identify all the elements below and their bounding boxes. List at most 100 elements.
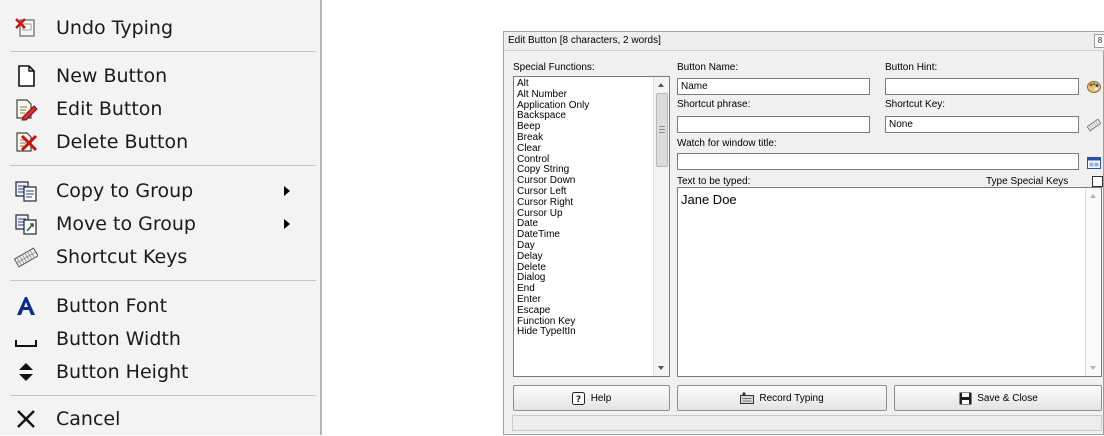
grip-line — [659, 126, 665, 127]
undo-typing-icon — [13, 15, 39, 41]
new-button-icon — [13, 63, 39, 89]
menu-separator — [10, 280, 316, 281]
type-special-keys-label: Type Special Keys — [986, 176, 1069, 187]
menu-item-label: Edit Button — [56, 98, 163, 120]
special-function-item[interactable]: Date — [517, 218, 538, 229]
special-function-item[interactable]: Escape — [517, 305, 550, 316]
button-font-icon — [13, 293, 39, 319]
menu-separator — [10, 395, 316, 396]
special-function-item[interactable]: Enter — [517, 294, 541, 305]
special-function-item[interactable]: Control — [517, 154, 549, 165]
svg-text:?: ? — [576, 395, 581, 405]
menu-item-edit-button[interactable]: Edit Button — [0, 92, 318, 126]
special-function-item[interactable]: Day — [517, 240, 535, 251]
special-function-item[interactable]: Application Only — [517, 100, 589, 111]
special-function-item[interactable]: Clear — [517, 143, 541, 154]
list-scrollbar[interactable] — [653, 77, 669, 376]
scroll-thumb[interactable] — [656, 93, 668, 167]
save-close-button[interactable]: Save & Close — [894, 385, 1102, 411]
menu-item-move-to-group[interactable]: Move to Group — [0, 207, 318, 241]
window-picker-icon[interactable] — [1087, 156, 1101, 170]
text-to-type-area[interactable]: Jane Doe — [677, 187, 1102, 377]
record-icon — [740, 391, 755, 405]
shortcut-phrase-label: Shortcut phrase: — [677, 99, 751, 110]
record-typing-button[interactable]: Record Typing — [677, 385, 887, 411]
special-functions-list[interactable]: Alt Alt Number Application Only Backspace Be… — [513, 76, 670, 377]
shortcut-key-label: Shortcut Key: — [885, 99, 946, 110]
scroll-up-icon[interactable] — [658, 83, 664, 87]
special-function-item[interactable]: Hide TypeItIn — [517, 326, 576, 337]
grip-line — [659, 132, 665, 133]
special-function-item[interactable]: Cursor Left — [517, 186, 566, 197]
watch-window-field[interactable] — [677, 153, 1079, 170]
scroll-up-icon[interactable] — [1090, 194, 1096, 198]
move-to-group-icon — [13, 211, 39, 237]
button-hint-label: Button Hint: — [885, 62, 938, 73]
special-function-item[interactable]: Cursor Up — [517, 208, 563, 219]
special-function-item[interactable]: Function Key — [517, 316, 575, 327]
menu-item-button-font[interactable]: Button Font — [0, 289, 318, 323]
special-function-item[interactable]: Beep — [517, 121, 540, 132]
menu-item-copy-to-group[interactable]: Copy to Group — [0, 174, 318, 208]
text-to-type-label: Text to be typed: — [677, 176, 751, 187]
menu-item-button-height[interactable]: Button Height — [0, 355, 318, 389]
special-function-item[interactable]: Break — [517, 132, 543, 143]
watch-window-label: Watch for window title: — [677, 138, 777, 149]
scroll-down-icon[interactable] — [658, 366, 664, 370]
type-special-keys-checkbox[interactable] — [1092, 176, 1103, 187]
cancel-icon — [13, 406, 39, 432]
special-function-item[interactable]: Alt Number — [517, 89, 567, 100]
button-width-icon — [13, 326, 39, 352]
help-label: Help — [590, 392, 612, 404]
menu-item-button-width[interactable]: Button Width — [0, 322, 318, 356]
menu-item-shortcut-keys[interactable]: Shortcut Keys — [0, 240, 318, 274]
menu-item-label: Move to Group — [56, 213, 196, 235]
shortcut-keys-icon[interactable] — [1086, 118, 1102, 132]
special-function-item[interactable]: Dialog — [517, 272, 545, 283]
color-palette-icon[interactable] — [1087, 80, 1101, 94]
special-function-item[interactable]: End — [517, 283, 535, 294]
menu-separator — [10, 165, 316, 166]
shortcut-keys-icon — [13, 244, 39, 270]
edit-button-dialog: Edit Button [8 characters, 2 words] 8 Sp… — [503, 31, 1104, 435]
save-close-label: Save & Close — [977, 392, 1038, 404]
delete-button-icon — [13, 129, 39, 155]
special-function-item[interactable]: Alt — [517, 78, 529, 89]
special-function-item[interactable]: Backspace — [517, 110, 566, 121]
menu-item-label: Copy to Group — [56, 180, 194, 202]
special-function-item[interactable]: DateTime — [517, 229, 560, 240]
titlebar-button[interactable]: 8 — [1094, 34, 1104, 48]
menu-item-new-button[interactable]: New Button — [0, 59, 318, 93]
save-disk-icon — [958, 392, 972, 405]
button-name-label: Button Name: — [677, 62, 739, 73]
menu-item-cancel[interactable]: Cancel — [0, 402, 318, 436]
menu-item-label: Delete Button — [56, 131, 189, 153]
shortcut-key-field[interactable]: None — [885, 116, 1079, 133]
menu-item-label: Undo Typing — [56, 17, 174, 39]
dialog-titlebar[interactable]: Edit Button [8 characters, 2 words] 8 — [504, 32, 1104, 51]
help-icon: ? — [572, 391, 586, 405]
shortcut-phrase-field[interactable] — [677, 116, 870, 133]
menu-separator — [10, 51, 316, 52]
button-name-field[interactable]: Name — [677, 78, 870, 95]
menu-item-undo-typing[interactable]: Undo Typing — [0, 11, 318, 45]
menu-item-label: Cancel — [56, 408, 121, 430]
textarea-scrollbar[interactable] — [1085, 188, 1101, 376]
copy-to-group-icon — [13, 178, 39, 204]
button-height-icon — [13, 359, 39, 385]
dialog-title: Edit Button [8 characters, 2 words] — [508, 35, 661, 46]
special-function-item[interactable]: Delay — [517, 251, 543, 262]
scroll-down-icon[interactable] — [1090, 366, 1096, 370]
help-button[interactable]: ? Help — [513, 385, 670, 411]
menu-item-delete-button[interactable]: Delete Button — [0, 125, 318, 159]
menu-item-label: Button Height — [56, 361, 189, 383]
menu-item-label: Shortcut Keys — [56, 246, 188, 268]
submenu-arrow-icon — [284, 219, 290, 229]
special-function-item[interactable]: Delete — [517, 262, 546, 273]
special-function-item[interactable]: Cursor Down — [517, 175, 575, 186]
special-function-item[interactable]: Copy String — [517, 164, 569, 175]
special-function-item[interactable]: Cursor Right — [517, 197, 573, 208]
grip-line — [659, 129, 665, 130]
menu-item-label: New Button — [56, 65, 168, 87]
button-hint-field[interactable] — [885, 78, 1079, 95]
